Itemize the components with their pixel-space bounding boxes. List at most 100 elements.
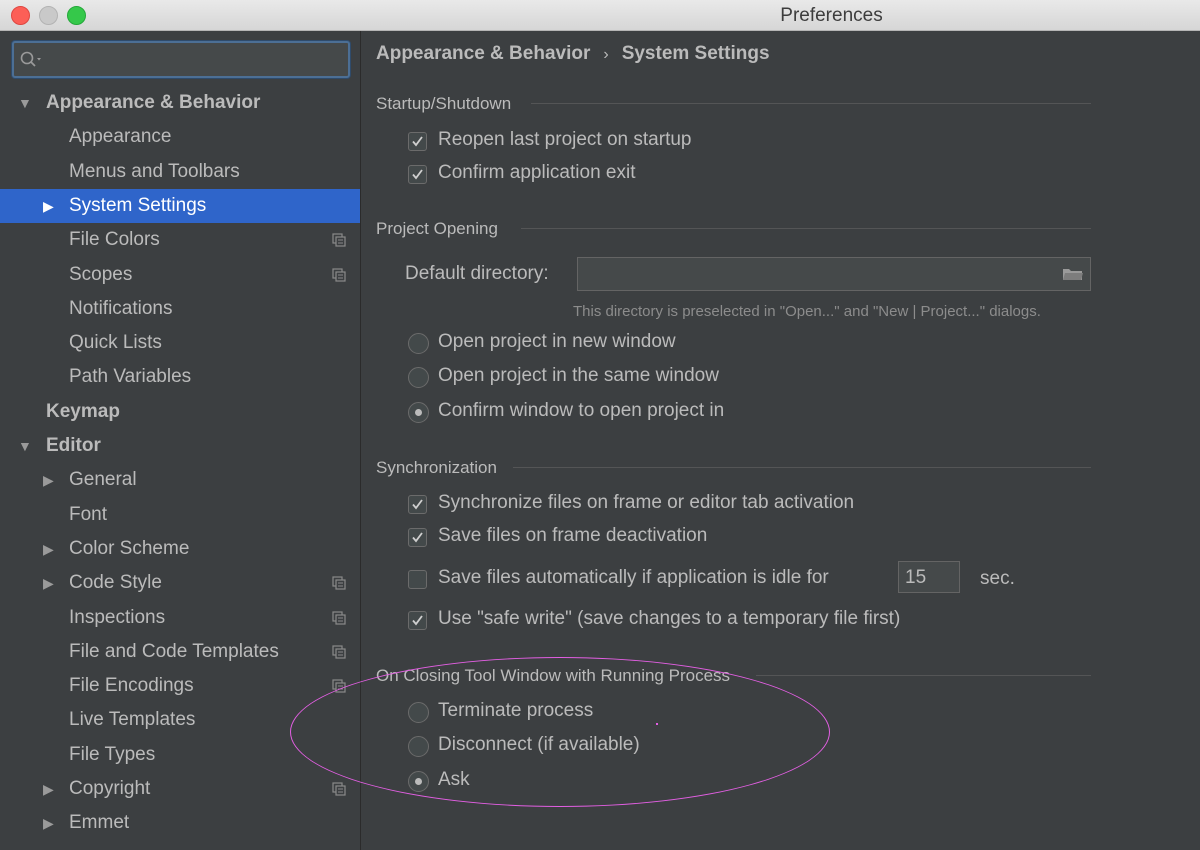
radio-button[interactable] [408, 333, 429, 354]
settings-search-input[interactable] [12, 41, 350, 78]
sidebar-item[interactable]: ▶ Emmet [0, 806, 360, 840]
sidebar-item[interactable]: Appearance [0, 120, 360, 154]
project-scope-icon [332, 645, 346, 659]
project-scope-icon [332, 679, 346, 693]
checkmark-icon [412, 169, 423, 180]
collapse-arrow-icon[interactable]: ▶ [43, 566, 54, 600]
sidebar-item[interactable]: File Types [0, 738, 360, 772]
annotation-dot [656, 723, 658, 725]
sidebar-item[interactable]: ▼ Editor [0, 429, 360, 463]
search-icon [20, 51, 41, 67]
startup-divider [531, 103, 1091, 104]
collapse-arrow-icon[interactable]: ▶ [43, 772, 54, 806]
sidebar-item[interactable]: ▶ Color Scheme [0, 532, 360, 566]
sidebar-item[interactable]: ▶ System Settings [0, 188, 360, 223]
sidebar-item-label: Keymap [46, 400, 120, 422]
radio-label: Ask [438, 768, 470, 790]
project-scope-icon [332, 610, 346, 625]
sidebar-item-label: Editor [46, 435, 101, 456]
sidebar-item[interactable]: File and Code Templates [0, 635, 360, 669]
sidebar-item[interactable]: Live Templates [0, 703, 360, 737]
collapse-arrow-icon[interactable]: ▶ [43, 463, 54, 497]
checkbox-box[interactable] [408, 132, 427, 151]
collapse-arrow-icon[interactable]: ▶ [43, 532, 54, 566]
sidebar-item-label: Live Templates [69, 709, 196, 731]
sidebar-item-label: Font [69, 503, 108, 525]
radio-selected-dot [415, 777, 422, 785]
title-bar: Preferences [0, 0, 1200, 31]
checkbox-label: Reopen last project on startup [438, 129, 692, 150]
project-opening-group-title: Project Opening [376, 219, 498, 238]
radio-label: Disconnect (if available) [438, 734, 640, 756]
checkbox-box[interactable] [408, 611, 427, 630]
sidebar-item-label: File Encodings [69, 675, 194, 697]
radio-button[interactable] [408, 736, 429, 758]
sidebar-item[interactable]: ▶ Code Style [0, 566, 360, 600]
sidebar-item-label: Inspections [69, 606, 166, 628]
sidebar-item-label: Copyright [69, 778, 151, 799]
sidebar-item-label: Code Style [69, 572, 162, 594]
sidebar-item[interactable]: Quick Lists [0, 326, 360, 360]
radio-button[interactable] [408, 702, 429, 723]
settings-content: Appearance & Behavior › System Settings St… [361, 31, 1200, 850]
project-scope-icon [332, 233, 346, 247]
sidebar-item-label: Emmet [69, 812, 130, 834]
breadcrumb-current: System Settings [621, 43, 770, 64]
default-directory-hint: This directory is preselected in "Open..… [573, 303, 1041, 320]
idle-seconds-input[interactable]: 15 [898, 561, 960, 593]
checkbox-box[interactable] [408, 495, 427, 514]
project-scope-icon [332, 267, 346, 282]
sidebar-item[interactable]: Inspections [0, 601, 360, 635]
checkmark-icon [412, 532, 423, 543]
breadcrumb-separator: › [603, 46, 609, 63]
settings-sidebar: ▼ Appearance & Behavior Appearance Menus an… [0, 31, 361, 850]
sidebar-item-label: System Settings [69, 194, 207, 216]
sidebar-item[interactable]: Scopes [0, 258, 360, 292]
sidebar-item[interactable]: Path Variables [0, 360, 360, 394]
checkbox-box[interactable] [408, 528, 427, 547]
sidebar-item-label: Menus and Toolbars [69, 160, 240, 182]
sidebar-item-label: Appearance & Behavior [46, 92, 261, 113]
collapse-arrow-icon[interactable]: ▶ [43, 806, 54, 840]
sidebar-item-label: Notifications [69, 297, 173, 319]
checkmark-icon [412, 615, 423, 626]
checkbox-box[interactable] [408, 165, 427, 184]
breadcrumb-parent[interactable]: Appearance & Behavior [376, 43, 590, 64]
startup-group-title: Startup/Shutdown [376, 94, 512, 113]
sidebar-item[interactable]: Menus and Toolbars [0, 155, 360, 189]
checkbox-label: Save files on frame deactivation [438, 525, 708, 546]
checkbox-label: Use "safe write" (save changes to a temp… [438, 608, 901, 629]
sidebar-item[interactable]: Notifications [0, 292, 360, 326]
folder-icon[interactable] [1062, 266, 1084, 282]
expand-arrow-icon[interactable]: ▼ [18, 86, 32, 120]
default-directory-field[interactable] [577, 257, 1091, 291]
sidebar-item[interactable]: File Encodings [0, 669, 360, 703]
breadcrumb: Appearance & Behavior › System Settings [376, 43, 770, 65]
closing-divider [756, 675, 1091, 676]
sidebar-item[interactable]: File Colors [0, 223, 360, 257]
checkmark-icon [412, 136, 423, 147]
sidebar-item[interactable]: ▶ General [0, 463, 360, 497]
radio-button[interactable] [408, 401, 429, 423]
radio-label: Confirm window to open project in [438, 399, 725, 421]
closing-group-title: On Closing Tool Window with Running Proc… [376, 666, 731, 685]
sidebar-item-label: Appearance [69, 126, 172, 148]
sidebar-item-label: File Colors [69, 229, 160, 251]
radio-label: Open project in new window [438, 331, 676, 352]
checkbox-box[interactable] [408, 570, 427, 589]
expand-arrow-icon[interactable]: ▼ [18, 429, 32, 463]
collapse-arrow-icon[interactable]: ▶ [43, 189, 54, 223]
radio-button[interactable] [408, 770, 429, 792]
sidebar-item[interactable]: Font [0, 498, 360, 532]
idle-seconds-unit: sec. [980, 568, 1015, 589]
checkbox-label: Save files automatically if application … [438, 567, 829, 588]
sidebar-item[interactable]: ▼ Appearance & Behavior [0, 86, 360, 120]
window-title: Preferences [780, 5, 883, 26]
project-scope-icon [332, 576, 346, 590]
radio-button[interactable] [408, 367, 429, 389]
sync-divider [513, 467, 1091, 468]
sidebar-item-label: Color Scheme [69, 537, 190, 559]
sidebar-item-label: General [69, 469, 137, 491]
sidebar-item[interactable]: Keymap [0, 395, 360, 429]
sidebar-item[interactable]: ▶ Copyright [0, 772, 360, 806]
